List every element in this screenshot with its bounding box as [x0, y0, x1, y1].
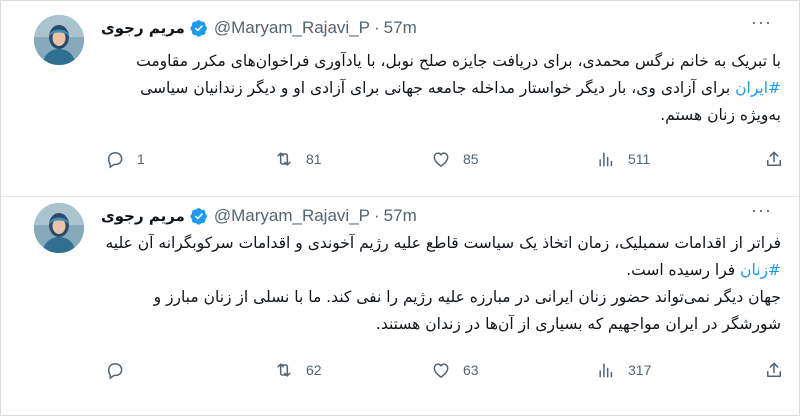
- reply-icon: [105, 360, 125, 380]
- tweet-paragraph: با تبریک به خانم نرگس محمدی، برای دریافت…: [101, 48, 781, 129]
- like-count: 85: [463, 151, 479, 167]
- more-dots-icon[interactable]: ···: [751, 201, 773, 219]
- retweet-button[interactable]: 81: [274, 147, 322, 171]
- tweet-actions: 1 81 85 511: [99, 147, 789, 171]
- separator-dot: ·: [373, 18, 380, 37]
- tweet-paragraph: جهان دیگر نمی‌تواند حضور زنان ایرانی در …: [101, 284, 781, 338]
- share-button[interactable]: [764, 358, 784, 382]
- like-button[interactable]: 63: [431, 358, 479, 382]
- retweet-count: 62: [306, 362, 322, 378]
- tweet-text: با تبریک به خانم نرگس محمدی، برای دریافت…: [101, 48, 781, 129]
- more-dots-icon[interactable]: ···: [751, 13, 773, 31]
- views-chart-icon: [596, 149, 616, 169]
- views-button[interactable]: 511: [596, 147, 650, 171]
- tweet-text: فراتر از اقدامات سمبلیک، زمان اتخاذ یک س…: [101, 230, 781, 338]
- text-segment: فرا رسیده است.: [626, 261, 741, 279]
- text-segment: فراتر از اقدامات سمبلیک، زمان اتخاذ یک س…: [105, 234, 781, 252]
- text-segment: جهان دیگر نمی‌تواند حضور زنان ایرانی در …: [153, 288, 781, 333]
- text-segment: برای آزادی وی، بار دیگر خواستار مداخله ج…: [140, 79, 781, 124]
- author-name[interactable]: مریم رجوی: [101, 19, 185, 37]
- views-button[interactable]: 317: [596, 358, 651, 382]
- share-icon: [764, 360, 784, 380]
- verified-badge-icon: [190, 19, 208, 37]
- text-segment: با تبریک به خانم نرگس محمدی، برای دریافت…: [136, 52, 781, 70]
- timestamp[interactable]: 57m: [384, 206, 417, 226]
- retweet-button[interactable]: 62: [274, 358, 322, 382]
- tweet-header: مریم رجوی @Maryam_Rajavi_P · 57m: [101, 16, 417, 40]
- tweet[interactable]: مریم رجوی @Maryam_Rajavi_P · 57m ··· فرا…: [1, 197, 799, 415]
- author-name[interactable]: مریم رجوی: [101, 207, 185, 225]
- retweet-icon: [274, 360, 294, 380]
- reply-button[interactable]: [105, 358, 137, 382]
- author-handle[interactable]: @Maryam_Rajavi_P: [214, 18, 370, 38]
- timeline: مریم رجوی @Maryam_Rajavi_P · 57m ··· با …: [0, 0, 800, 416]
- tweet-header: مریم رجوی @Maryam_Rajavi_P · 57m: [101, 204, 417, 228]
- views-count: 511: [628, 151, 651, 167]
- tweet[interactable]: مریم رجوی @Maryam_Rajavi_P · 57m ··· با …: [1, 1, 799, 197]
- retweet-count: 81: [306, 151, 322, 167]
- hashtag-link[interactable]: #ایران: [735, 79, 781, 97]
- views-chart-icon: [596, 360, 616, 380]
- heart-icon: [431, 149, 451, 169]
- reply-icon: [105, 149, 125, 169]
- like-button[interactable]: 85: [431, 147, 479, 171]
- avatar[interactable]: [34, 203, 84, 253]
- hashtag-link[interactable]: #زنان: [740, 261, 781, 279]
- views-count: 317: [628, 362, 652, 378]
- like-count: 63: [463, 362, 479, 378]
- tweet-actions: 62 63 317: [99, 358, 789, 382]
- reply-count: 1: [137, 151, 145, 167]
- separator-dot: ·: [373, 206, 380, 225]
- tweet-paragraph: فراتر از اقدامات سمبلیک، زمان اتخاذ یک س…: [101, 230, 781, 284]
- heart-icon: [431, 360, 451, 380]
- retweet-icon: [274, 149, 294, 169]
- avatar[interactable]: [34, 15, 84, 65]
- verified-badge-icon: [190, 207, 208, 225]
- reply-button[interactable]: 1: [105, 147, 145, 171]
- share-button[interactable]: [764, 147, 784, 171]
- share-icon: [764, 149, 784, 169]
- timestamp[interactable]: 57m: [384, 18, 417, 38]
- author-handle[interactable]: @Maryam_Rajavi_P: [214, 206, 370, 226]
